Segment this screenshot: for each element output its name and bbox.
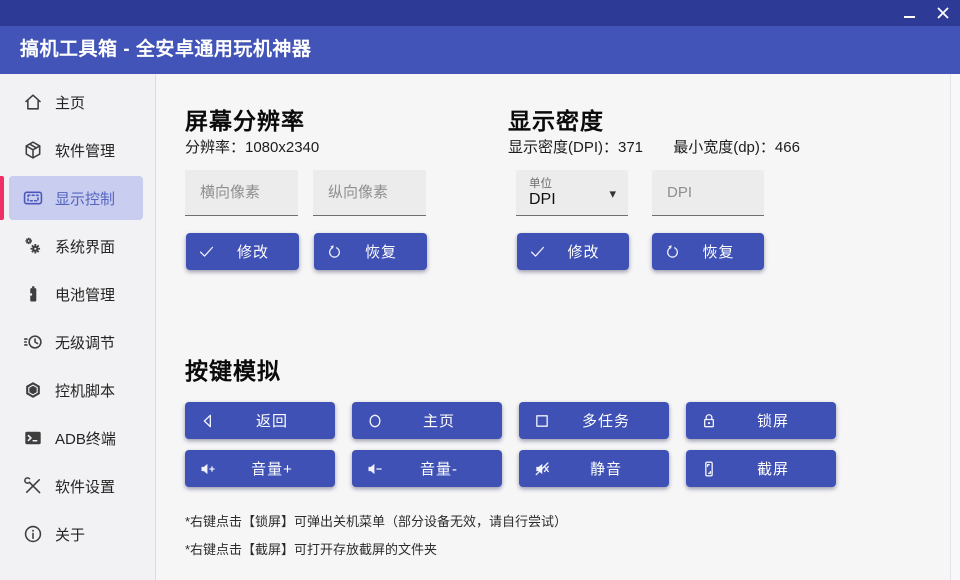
back-key-button[interactable]: 返回: [185, 402, 335, 439]
battery-icon: [22, 283, 44, 305]
sidebar-item-battery[interactable]: 电池管理: [9, 272, 143, 316]
restore-icon: [663, 242, 682, 261]
minimize-button[interactable]: [892, 0, 926, 26]
volume-down-icon: [365, 459, 385, 479]
display-control-icon: [22, 187, 44, 209]
restore-icon: [325, 242, 344, 261]
sidebar-item-label: ADB终端: [55, 428, 116, 449]
vertical-scrollbar[interactable]: [950, 74, 960, 580]
sidebar-item-home[interactable]: 主页: [9, 80, 143, 124]
sidebar-item-system-ui[interactable]: 系统界面: [9, 224, 143, 268]
close-icon: [937, 7, 949, 19]
volume-up-icon: [198, 459, 218, 479]
check-icon: [197, 242, 216, 261]
app-title: 搞机工具箱 - 全安卓通用玩机神器: [20, 26, 311, 74]
sidebar-item-label: 主页: [55, 92, 85, 113]
sidebar-item-label: 关于: [55, 524, 85, 545]
close-button[interactable]: [926, 0, 960, 26]
sidebar-item-label: 软件管理: [55, 140, 115, 161]
check-icon: [528, 242, 547, 261]
caret-down-icon: ▾: [609, 186, 616, 202]
home-key-button[interactable]: 主页: [352, 402, 502, 439]
home-circle-icon: [365, 411, 385, 431]
resolution-restore-button[interactable]: 恢复: [314, 233, 427, 270]
recents-square-icon: [532, 411, 552, 431]
density-stats-text: 显示密度(DPI)：371 最小宽度(dp)：466: [508, 136, 800, 157]
tools-icon: [22, 475, 44, 497]
main-content: 屏幕分辨率 分辨率：1080x2340 修改 恢复 显示密度 显: [157, 74, 960, 580]
screenshot-button[interactable]: 截屏: [686, 450, 836, 487]
density-section-title: 显示密度: [508, 102, 604, 136]
gears-icon: [22, 235, 44, 257]
package-icon: [22, 139, 44, 161]
home-icon: [22, 91, 44, 113]
resolution-section-title: 屏幕分辨率: [185, 102, 305, 136]
back-triangle-icon: [198, 411, 218, 431]
sidebar-item-label: 控机脚本: [55, 380, 115, 401]
script-hexagon-icon: [22, 379, 44, 401]
screenshot-icon: [699, 459, 719, 479]
recents-key-button[interactable]: 多任务: [519, 402, 669, 439]
unit-select[interactable]: 单位 DPI ▾: [516, 170, 628, 216]
sidebar-item-app-settings[interactable]: 软件设置: [9, 464, 143, 508]
mute-icon: [532, 459, 552, 479]
density-dpi-value: 显示密度(DPI)：371: [508, 139, 643, 156]
sidebar-item-app-manager[interactable]: 软件管理: [9, 128, 143, 172]
volume-up-button[interactable]: 音量+: [185, 450, 335, 487]
app-header: 搞机工具箱 - 全安卓通用玩机神器: [0, 26, 960, 74]
density-min-width-value: 最小宽度(dp)：466: [673, 139, 800, 156]
titlebar: [0, 0, 960, 26]
sidebar-item-label: 显示控制: [55, 188, 115, 209]
sidebar-item-adb-terminal[interactable]: ADB终端: [9, 416, 143, 460]
sidebar-item-label: 无级调节: [55, 332, 115, 353]
height-pixels-input[interactable]: [313, 170, 426, 216]
sidebar-item-script[interactable]: 控机脚本: [9, 368, 143, 412]
minimize-icon: [904, 16, 915, 18]
sidebar-item-label: 系统界面: [55, 236, 115, 257]
screenshot-note: *右键点击【截屏】可打开存放截屏的文件夹: [185, 539, 437, 558]
mute-button[interactable]: 静音: [519, 450, 669, 487]
sidebar-item-display-control[interactable]: 显示控制: [9, 176, 143, 220]
sidebar-item-label: 软件设置: [55, 476, 115, 497]
dpi-input[interactable]: [652, 170, 764, 216]
density-apply-button[interactable]: 修改: [517, 233, 629, 270]
volume-down-button[interactable]: 音量-: [352, 450, 502, 487]
density-restore-button[interactable]: 恢复: [652, 233, 764, 270]
resolution-apply-button[interactable]: 修改: [186, 233, 299, 270]
info-icon: [22, 523, 44, 545]
lock-screen-note: *右键点击【锁屏】可弹出关机菜单（部分设备无效，请自行尝试）: [185, 511, 567, 530]
unit-select-value: DPI: [529, 191, 556, 209]
sidebar: 主页 软件管理 显示控制: [0, 74, 156, 580]
sidebar-item-label: 电池管理: [55, 284, 115, 305]
sidebar-item-stepless-adjust[interactable]: 无级调节: [9, 320, 143, 364]
lock-screen-button[interactable]: 锁屏: [686, 402, 836, 439]
app-window: 搞机工具箱 - 全安卓通用玩机神器 主页 软件管理: [0, 0, 960, 580]
width-pixels-input[interactable]: [185, 170, 298, 216]
current-resolution-text: 分辨率：1080x2340: [185, 136, 319, 157]
sidebar-item-about[interactable]: 关于: [9, 512, 143, 556]
lock-icon: [699, 411, 719, 431]
stepless-adjust-icon: [22, 331, 44, 353]
active-item-accent-bar: [0, 176, 4, 220]
keysim-section-title: 按键模拟: [185, 352, 281, 386]
terminal-icon: [22, 427, 44, 449]
unit-select-label: 单位: [529, 175, 552, 191]
